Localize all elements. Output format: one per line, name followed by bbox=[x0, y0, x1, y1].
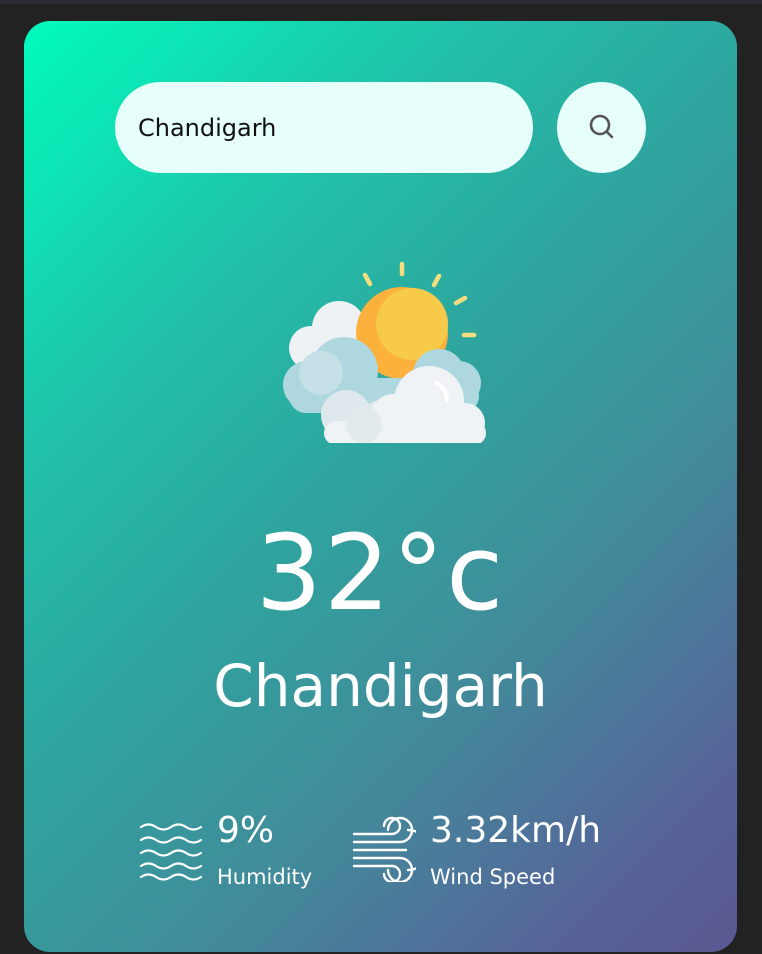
window-top-bar bbox=[0, 0, 762, 4]
humidity-waves-icon bbox=[139, 823, 203, 881]
city-name: Chandigarh bbox=[213, 652, 548, 720]
partly-cloudy-sun-icon bbox=[283, 261, 486, 443]
wind-speed-label: Wind Speed bbox=[430, 865, 556, 889]
humidity-label: Humidity bbox=[217, 865, 313, 889]
wind-icon bbox=[352, 816, 416, 882]
city-search-input[interactable] bbox=[115, 82, 533, 173]
weather-card: 32°c Chandigarh 9% Humidity 3.32km/h Win… bbox=[24, 21, 737, 952]
search-button[interactable] bbox=[557, 82, 646, 173]
humidity-value: 9% bbox=[217, 810, 275, 851]
wind-speed-value: 3.32km/h bbox=[430, 810, 602, 851]
temperature-value: 32°c bbox=[255, 512, 506, 634]
search-icon bbox=[589, 114, 613, 138]
